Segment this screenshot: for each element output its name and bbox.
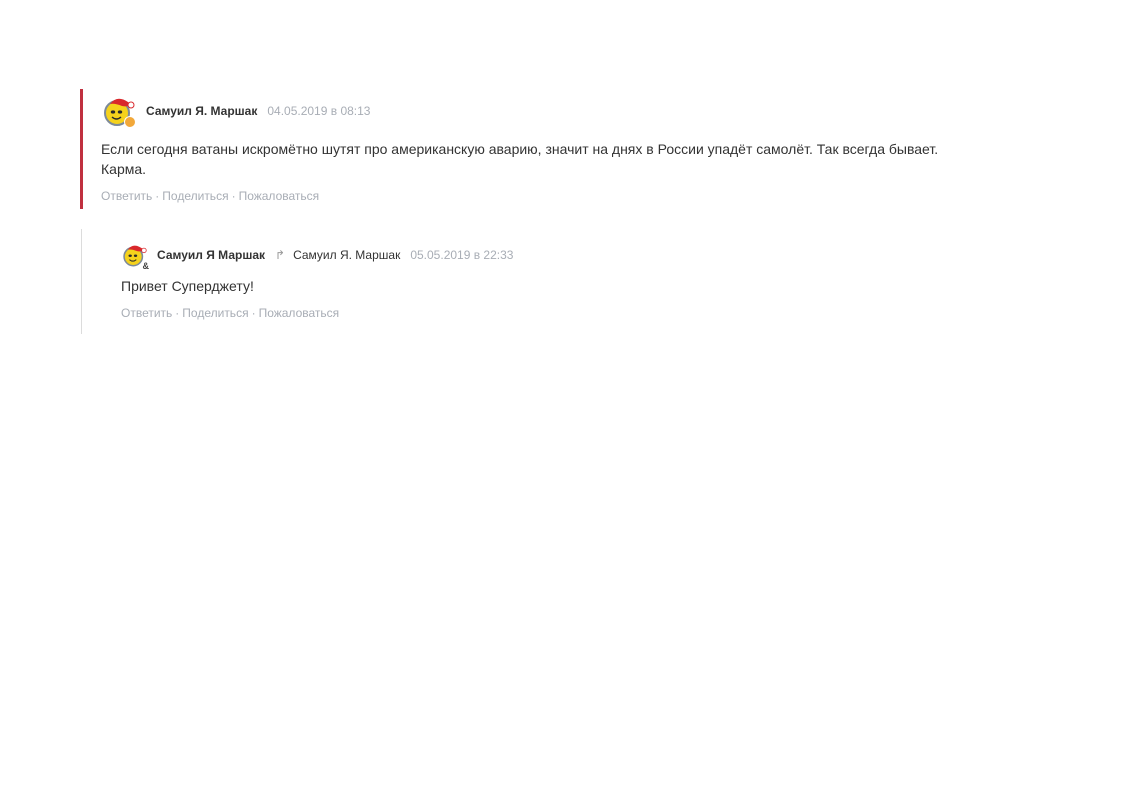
avatar[interactable]: & bbox=[121, 242, 150, 271]
reply-link[interactable]: Ответить bbox=[121, 306, 172, 320]
comment-header: & Самуил Я Маршак ↱ Самуил Я. Маршак 05.… bbox=[121, 238, 981, 272]
status-badge bbox=[124, 116, 136, 128]
comment-header: Самуил Я. Маршак 04.05.2019 в 08:13 bbox=[101, 94, 980, 128]
comment-actions: Ответить · Поделиться · Пожаловаться bbox=[121, 306, 981, 320]
comment-text: Если сегодня ватаны искромётно шутят про… bbox=[101, 141, 939, 177]
comment-text: Привет Суперджету! bbox=[121, 278, 254, 294]
comment-date: 04.05.2019 в 08:13 bbox=[267, 104, 371, 118]
reply-to-author[interactable]: Самуил Я. Маршак bbox=[293, 248, 400, 262]
action-separator: · bbox=[155, 189, 160, 203]
comment-author[interactable]: Самуил Я. Маршак bbox=[146, 104, 257, 118]
reply-arrow-icon: ↱ bbox=[275, 248, 286, 262]
comment-reply: & Самуил Я Маршак ↱ Самуил Я. Маршак 05.… bbox=[81, 229, 981, 334]
comment-author[interactable]: Самуил Я Маршак bbox=[157, 248, 265, 262]
report-link[interactable]: Пожаловаться bbox=[239, 189, 320, 203]
action-separator: · bbox=[175, 306, 180, 320]
share-link[interactable]: Поделиться bbox=[182, 306, 248, 320]
avatar[interactable] bbox=[101, 94, 136, 128]
share-link[interactable]: Поделиться bbox=[162, 189, 228, 203]
comment-actions: Ответить · Поделиться · Пожаловаться bbox=[101, 189, 980, 203]
reply-link[interactable]: Ответить bbox=[101, 189, 152, 203]
action-separator: · bbox=[251, 306, 256, 320]
comment-date: 05.05.2019 в 22:33 bbox=[410, 248, 514, 262]
action-separator: · bbox=[231, 189, 236, 203]
comment: Самуил Я. Маршак 04.05.2019 в 08:13 Если… bbox=[80, 89, 980, 209]
ampersand-badge: & bbox=[141, 261, 150, 271]
report-link[interactable]: Пожаловаться bbox=[259, 306, 340, 320]
